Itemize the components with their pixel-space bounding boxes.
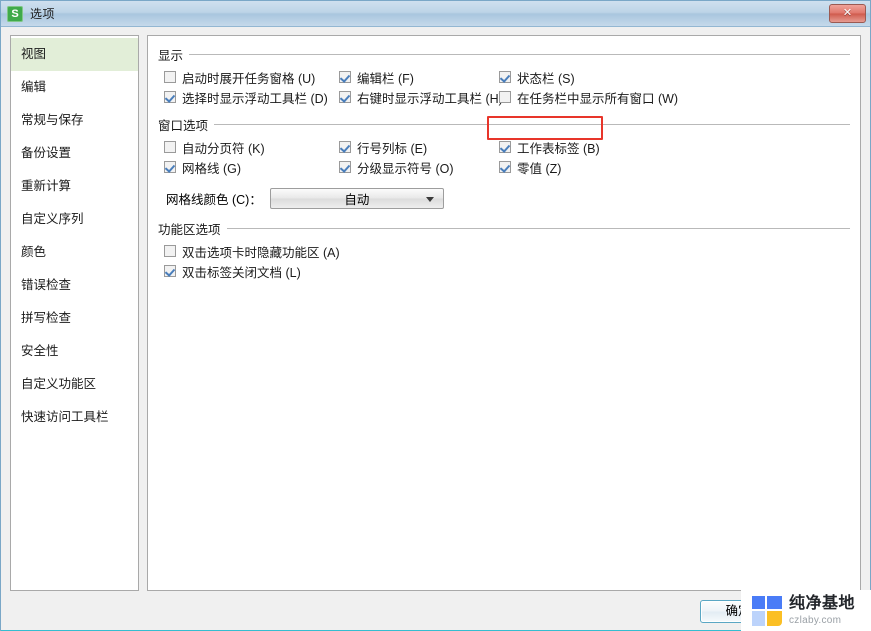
checkbox-formula-bar[interactable]: 编辑栏 (F) (339, 68, 499, 87)
checkbox-label: 分级显示符号 (O) (357, 161, 454, 176)
gridline-color-value: 自动 (344, 192, 370, 207)
sidebar-item-edit[interactable]: 编辑 (11, 71, 138, 104)
group-window-options-title: 窗口选项 (158, 118, 209, 133)
window-row-2: 网格线 (G) 分级显示符号 (O) 零值 (Z) (164, 157, 850, 177)
gridline-color-label: 网格线颜色 (C)： (166, 192, 262, 207)
group-ribbon-options-content: 双击选项卡时隐藏功能区 (A) 双击标签关闭文档 (L) (158, 236, 850, 281)
checkbox-label: 启动时展开任务窗格 (U) (182, 71, 316, 86)
group-window-options: 窗口选项 自动分页符 (K) 行号列标 (E) 工作表标签 (B) 网格线 (G… (158, 116, 850, 210)
checkbox-box-icon[interactable] (499, 91, 511, 103)
group-display: 显示 启动时展开任务窗格 (U) 编辑栏 (F) 状态栏 (S) 选择时显示浮动… (158, 46, 850, 107)
checkbox-float-toolbar-on-select[interactable]: 选择时显示浮动工具栏 (D) (164, 88, 339, 107)
sidebar-item-error-check[interactable]: 错误检查 (11, 269, 138, 302)
checkbox-box-icon[interactable] (339, 161, 351, 173)
screen: S 选项 ✕ 视图 编辑 常规与保存 备份设置 重新计算 自定义序列 颜色 错误… (0, 0, 871, 631)
group-window-options-content: 自动分页符 (K) 行号列标 (E) 工作表标签 (B) 网格线 (G) 分级显… (158, 132, 850, 210)
sidebar-item-general-save[interactable]: 常规与保存 (11, 104, 138, 137)
sidebar-item-view[interactable]: 视图 (11, 38, 138, 71)
checkbox-box-icon[interactable] (499, 141, 511, 153)
checkbox-status-bar[interactable]: 状态栏 (S) (499, 68, 575, 87)
app-logo-icon: S (7, 5, 23, 22)
dialog-footer: 确定 (1, 591, 870, 631)
checkbox-label: 双击选项卡时隐藏功能区 (A) (182, 245, 340, 260)
gridline-color-row: 网格线颜色 (C)： 自动 (164, 186, 850, 210)
checkbox-zero-values[interactable]: 零值 (Z) (499, 158, 561, 177)
checkbox-label: 工作表标签 (B) (517, 141, 600, 156)
watermark: 纯净基地 czlaby.com (741, 590, 871, 631)
checkbox-label: 网格线 (G) (182, 161, 242, 176)
group-display-content: 启动时展开任务窗格 (U) 编辑栏 (F) 状态栏 (S) 选择时显示浮动工具栏… (158, 62, 850, 107)
options-dialog: S 选项 ✕ 视图 编辑 常规与保存 备份设置 重新计算 自定义序列 颜色 错误… (0, 0, 871, 631)
checkbox-outline-symbols[interactable]: 分级显示符号 (O) (339, 158, 499, 177)
checkbox-box-icon[interactable] (164, 71, 176, 83)
checkbox-box-icon[interactable] (499, 71, 511, 83)
checkbox-box-icon[interactable] (164, 265, 176, 277)
logo-shape-top-right (767, 595, 782, 609)
chevron-down-icon[interactable] (425, 196, 434, 202)
checkbox-label: 状态栏 (S) (517, 71, 575, 86)
checkbox-auto-page-break[interactable]: 自动分页符 (K) (164, 138, 339, 157)
logo-shape-bottom-right (767, 610, 782, 626)
watermark-logo-icon (752, 595, 782, 626)
checkbox-box-icon[interactable] (164, 161, 176, 173)
checkbox-box-icon[interactable] (164, 141, 176, 153)
sidebar-item-quick-access[interactable]: 快速访问工具栏 (11, 401, 138, 434)
group-display-title: 显示 (158, 48, 184, 63)
group-display-rule (189, 53, 850, 55)
sidebar-item-color[interactable]: 颜色 (11, 236, 138, 269)
checkbox-label: 行号列标 (E) (357, 141, 428, 156)
checkbox-show-all-windows-taskbar[interactable]: 在任务栏中显示所有窗口 (W) (499, 88, 678, 107)
checkbox-box-icon[interactable] (339, 71, 351, 83)
group-window-options-header: 窗口选项 (158, 116, 850, 133)
checkbox-gridlines[interactable]: 网格线 (G) (164, 158, 339, 177)
checkbox-box-icon[interactable] (164, 245, 176, 257)
ribbon-row-1: 双击选项卡时隐藏功能区 (A) (164, 241, 850, 261)
sidebar-item-custom-ribbon[interactable]: 自定义功能区 (11, 368, 138, 401)
checkbox-box-icon[interactable] (164, 91, 176, 103)
checkbox-box-icon[interactable] (339, 141, 351, 153)
checkbox-sheet-tabs[interactable]: 工作表标签 (B) (499, 138, 600, 157)
checkbox-label: 右键时显示浮动工具栏 (H) (357, 91, 503, 106)
checkbox-label: 编辑栏 (F) (357, 71, 414, 86)
group-ribbon-options-header: 功能区选项 (158, 220, 850, 237)
group-display-header: 显示 (158, 46, 850, 63)
title-bar: S 选项 ✕ (1, 1, 870, 27)
display-row-1: 启动时展开任务窗格 (U) 编辑栏 (F) 状态栏 (S) (164, 67, 850, 87)
group-window-options-rule (214, 123, 850, 125)
checkbox-label: 自动分页符 (K) (182, 141, 265, 156)
watermark-brand-en: czlaby.com (789, 614, 842, 626)
gridline-color-select[interactable]: 自动 (269, 187, 444, 209)
sidebar-item-recalc[interactable]: 重新计算 (11, 170, 138, 203)
sidebar-item-custom-list[interactable]: 自定义序列 (11, 203, 138, 236)
display-row-2: 选择时显示浮动工具栏 (D) 右键时显示浮动工具栏 (H) 在任务栏中显示所有窗… (164, 87, 850, 107)
settings-panel: 显示 启动时展开任务窗格 (U) 编辑栏 (F) 状态栏 (S) 选择时显示浮动… (147, 35, 861, 591)
group-ribbon-options: 功能区选项 双击选项卡时隐藏功能区 (A) 双击标签关闭文档 (L) (158, 220, 850, 281)
checkbox-expand-task-pane[interactable]: 启动时展开任务窗格 (U) (164, 68, 339, 87)
checkbox-label: 零值 (Z) (517, 161, 562, 176)
checkbox-label: 双击标签关闭文档 (L) (182, 265, 301, 280)
group-ribbon-options-title: 功能区选项 (158, 222, 221, 237)
logo-shape-top-left (752, 595, 765, 609)
window-row-1: 自动分页符 (K) 行号列标 (E) 工作表标签 (B) (164, 137, 850, 157)
close-icon[interactable]: ✕ (829, 4, 866, 23)
watermark-brand-cn: 纯净基地 (789, 594, 856, 612)
checkbox-label: 在任务栏中显示所有窗口 (W) (517, 91, 679, 106)
checkbox-hide-ribbon-on-dblclick[interactable]: 双击选项卡时隐藏功能区 (A) (164, 242, 340, 261)
checkbox-box-icon[interactable] (339, 91, 351, 103)
checkbox-float-toolbar-on-rightclick[interactable]: 右键时显示浮动工具栏 (H) (339, 88, 503, 107)
group-ribbon-options-rule (226, 227, 850, 229)
checkbox-close-doc-on-dblclick-tab[interactable]: 双击标签关闭文档 (L) (164, 262, 301, 281)
checkbox-label: 选择时显示浮动工具栏 (D) (182, 91, 328, 106)
ribbon-row-2: 双击标签关闭文档 (L) (164, 261, 850, 281)
sidebar-item-spell-check[interactable]: 拼写检查 (11, 302, 138, 335)
logo-shape-bottom-left (752, 610, 765, 626)
checkbox-row-col-headers[interactable]: 行号列标 (E) (339, 138, 499, 157)
sidebar-item-security[interactable]: 安全性 (11, 335, 138, 368)
window-title: 选项 (30, 7, 56, 21)
checkbox-box-icon[interactable] (499, 161, 511, 173)
dialog-body: 视图 编辑 常规与保存 备份设置 重新计算 自定义序列 颜色 错误检查 拼写检查… (1, 27, 870, 591)
sidebar-item-backup[interactable]: 备份设置 (11, 137, 138, 170)
watermark-text: 纯净基地 czlaby.com (789, 594, 856, 626)
category-sidebar[interactable]: 视图 编辑 常规与保存 备份设置 重新计算 自定义序列 颜色 错误检查 拼写检查… (10, 35, 139, 591)
